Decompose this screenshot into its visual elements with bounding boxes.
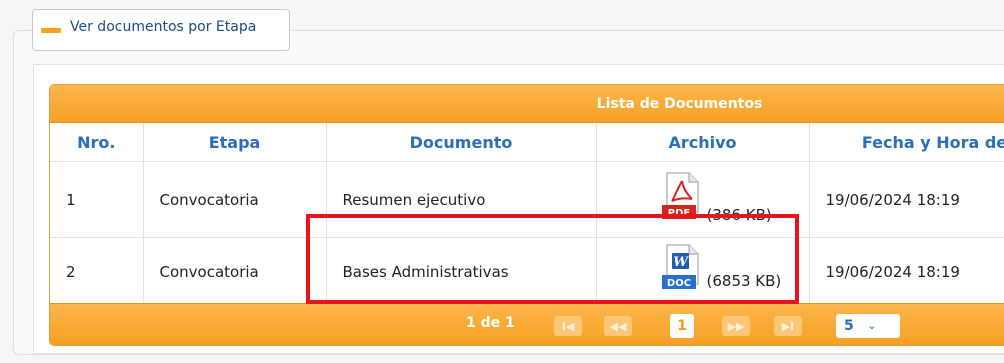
doc-icon-label: DOC — [666, 278, 690, 289]
toggle-documents-label: Ver documentos por Etapa — [70, 19, 257, 35]
file-size: (6853 KB) — [706, 272, 782, 290]
row-etapa: Convocatoria — [143, 237, 327, 307]
file-link[interactable]: W DOC (6853 KB) — [661, 242, 841, 302]
row-nro: 2 — [50, 237, 144, 307]
row-nro: 1 — [50, 161, 144, 238]
current-page-button[interactable]: 1 — [670, 314, 694, 338]
col-header-documento[interactable]: Documento — [326, 123, 597, 162]
row-archivo: W DOC (6853 KB) — [596, 237, 810, 307]
col-header-nro[interactable]: Nro. — [50, 123, 144, 162]
collapse-icon — [41, 27, 61, 33]
first-page-button[interactable]: I◀ — [554, 316, 582, 336]
col-header-archivo[interactable]: Archivo — [596, 123, 810, 162]
file-link[interactable]: PDF (386 KB) — [661, 170, 841, 230]
row-documento: Resumen ejecutivo — [326, 161, 597, 238]
pager-bar: 1 de 1 I◀ ◀◀ 1 ▶▶ ▶I 5 ⌄ — [50, 303, 1004, 345]
page-size-value: 5 — [844, 318, 854, 334]
pdf-icon-label: PDF — [667, 208, 689, 219]
col-header-etapa[interactable]: Etapa — [143, 123, 327, 162]
svg-text:W: W — [673, 255, 689, 270]
page-size-select[interactable]: 5 ⌄ — [836, 314, 900, 338]
next-page-button[interactable]: ▶▶ — [722, 316, 750, 336]
row-documento: Bases Administrativas — [326, 237, 597, 307]
prev-page-button[interactable]: ◀◀ — [604, 316, 632, 336]
row-etapa: Convocatoria — [143, 161, 327, 238]
pdf-file-icon[interactable]: PDF — [661, 171, 701, 220]
documents-table: Nro. Etapa Documento Archivo Fecha y Hor… — [50, 123, 1004, 307]
last-page-button[interactable]: ▶I — [774, 316, 802, 336]
table-row: 1 Convocatoria Resumen ejecutivo PDF (38… — [50, 161, 1004, 238]
chevron-down-icon: ⌄ — [867, 320, 877, 332]
file-size: (386 KB) — [706, 205, 772, 224]
documents-grid: Lista de Documentos Nro. Etapa Documento… — [49, 84, 1004, 346]
row-archivo: PDF (386 KB) — [596, 161, 810, 238]
word-doc-icon[interactable]: W DOC — [661, 244, 701, 292]
table-row: 2 Convocatoria Bases Administrativas W D… — [50, 237, 1004, 307]
page-info: 1 de 1 — [466, 315, 515, 331]
toggle-documents-button[interactable]: Ver documentos por Etapa — [32, 9, 290, 51]
grid-caption: Lista de Documentos — [50, 85, 1004, 123]
col-header-fecha[interactable]: Fecha y Hora de — [809, 123, 1004, 162]
